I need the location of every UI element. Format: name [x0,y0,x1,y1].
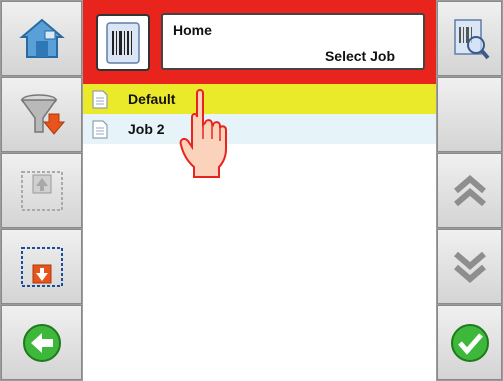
filter-icon [20,93,65,135]
preview-icon [453,18,490,59]
move-down-icon [20,246,63,287]
move-up-button[interactable] [1,153,82,228]
left-toolbar [0,0,83,381]
barcode-label-icon [106,21,140,64]
page-title: Home [173,22,212,38]
home-button[interactable] [1,1,82,76]
confirm-icon [450,323,489,362]
job-list: Default Job 2 [83,84,436,144]
job-label: Default [128,91,176,107]
back-icon [22,323,61,362]
move-up-icon [20,170,63,211]
scroll-up-button[interactable] [437,153,502,228]
header-text-box: Home Select Job [161,13,425,70]
preview-button[interactable] [437,1,502,76]
hand-pointer-icon [179,89,227,178]
page-subtitle: Select Job [324,48,395,64]
job-row-job-2[interactable]: Job 2 [83,114,436,144]
scroll-down-button[interactable] [437,229,502,304]
main-panel: Home Select Job Default Job 2 [83,0,436,381]
header-icon-frame [96,14,150,71]
job-select-screen: Home Select Job Default Job 2 [0,0,503,381]
document-icon [92,120,108,139]
header-bar: Home Select Job [83,0,436,84]
scroll-up-icon [453,174,486,206]
blank-button [437,77,502,152]
job-row-default[interactable]: Default [83,84,436,114]
confirm-button[interactable] [437,305,502,380]
right-toolbar [436,0,503,381]
back-button[interactable] [1,305,82,380]
scroll-down-icon [453,251,486,283]
move-down-button[interactable] [1,229,82,304]
home-icon [18,18,65,58]
job-label: Job 2 [128,121,165,137]
document-icon [92,90,108,109]
filter-button[interactable] [1,77,82,152]
